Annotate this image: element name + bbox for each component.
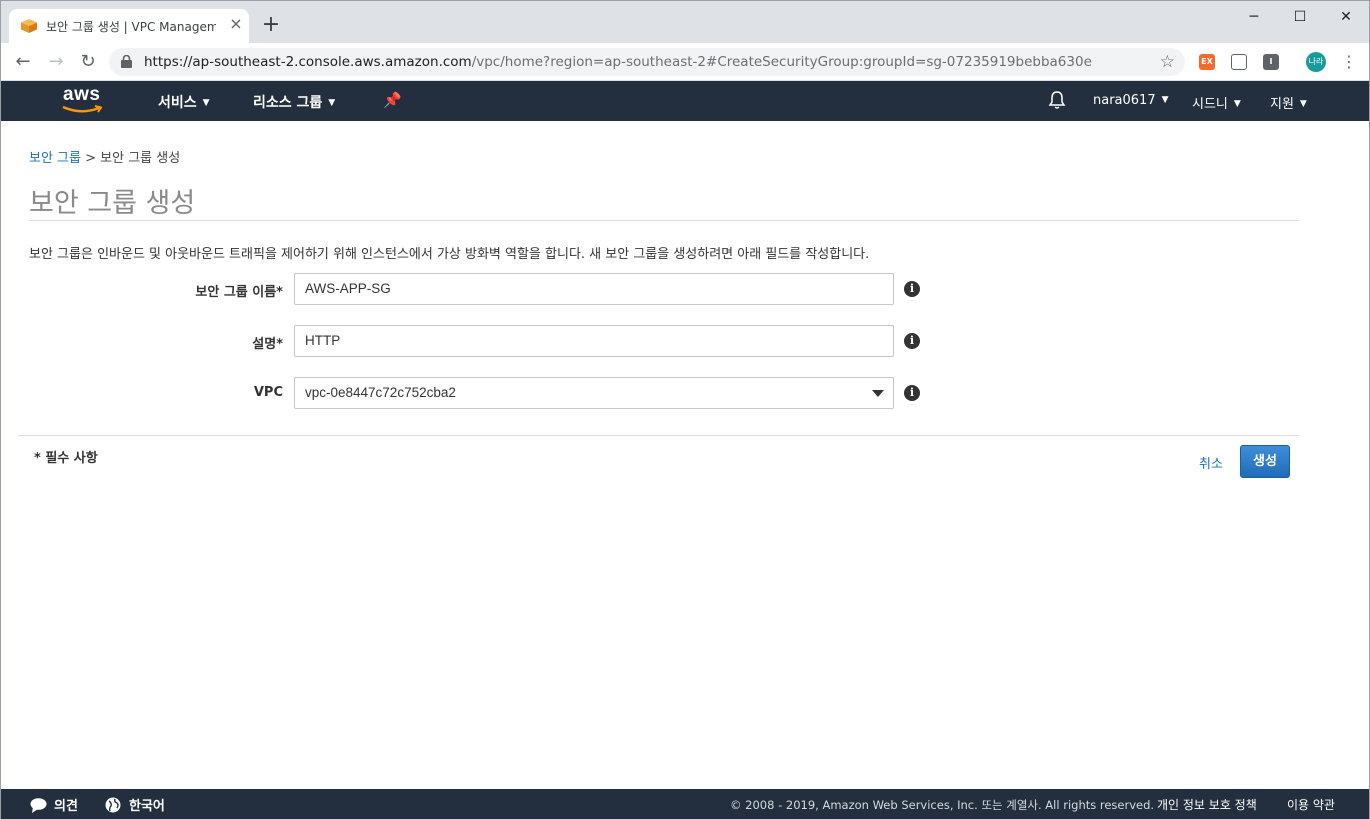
- services-menu[interactable]: 서비스 ▼: [158, 92, 210, 112]
- browser-toolbar: ← → ↻ https://ap-southeast-2.console.aws…: [1, 43, 1369, 81]
- support-menu[interactable]: 지원 ▼: [1270, 93, 1307, 112]
- browser-tab[interactable]: 보안 그룹 생성 | VPC Managem ×: [9, 9, 249, 43]
- security-group-name-value: AWS-APP-SG: [305, 281, 391, 296]
- browser-menu-icon[interactable]: ⋮: [1341, 52, 1357, 71]
- account-menu[interactable]: nara0617 ▼: [1093, 93, 1169, 108]
- form-divider: [18, 435, 1299, 436]
- vpc-label: VPC: [253, 385, 283, 400]
- support-label: 지원: [1270, 97, 1294, 112]
- minimize-icon[interactable]: ─: [1231, 3, 1277, 31]
- resource-groups-menu[interactable]: 리소스 그룹 ▼: [253, 92, 335, 112]
- chevron-down-icon: ▼: [202, 98, 210, 108]
- breadcrumb-current: 보안 그룹 생성: [100, 151, 181, 166]
- page-description: 보안 그룹은 인바운드 및 아웃바운드 트래픽을 제어하기 위해 인스턴스에서 …: [29, 247, 870, 262]
- language-label: 한국어: [129, 799, 165, 814]
- tab-strip: 보안 그룹 생성 | VPC Managem × + ─ ☐ ✕: [1, 1, 1369, 43]
- url-host: https://ap-southeast-2.console.aws.amazo…: [144, 54, 472, 70]
- globe-icon: [105, 797, 121, 813]
- page-title: 보안 그룹 생성: [29, 188, 196, 219]
- aws-logo-text: aws: [63, 84, 101, 105]
- extension-ex-icon[interactable]: EX: [1199, 54, 1215, 70]
- breadcrumb-separator: >: [85, 151, 97, 166]
- copyright-text: © 2008 - 2019, Amazon Web Services, Inc.…: [730, 798, 1155, 812]
- title-divider: [29, 220, 1299, 221]
- info-icon[interactable]: i: [904, 333, 920, 349]
- description-input[interactable]: HTTP: [294, 325, 894, 357]
- forward-icon[interactable]: →: [45, 51, 67, 73]
- bell-icon[interactable]: [1048, 90, 1066, 110]
- breadcrumb: 보안 그룹 > 보안 그룹 생성: [29, 147, 180, 166]
- description-label: 설명*: [252, 337, 283, 352]
- url-path: /vpc/home?region=ap-southeast-2#CreateSe…: [471, 54, 1092, 70]
- close-window-icon[interactable]: ✕: [1323, 3, 1369, 31]
- feedback-button[interactable]: 의견: [30, 795, 78, 814]
- account-label: nara0617: [1093, 93, 1156, 108]
- required-note: * 필수 사항: [34, 451, 98, 466]
- lock-icon: [121, 55, 132, 68]
- aws-smile-icon: [62, 105, 103, 113]
- new-tab-icon[interactable]: +: [259, 13, 283, 37]
- feedback-label: 의견: [54, 799, 78, 814]
- url-text: https://ap-southeast-2.console.aws.amazo…: [144, 54, 1092, 70]
- aws-top-nav: aws 서비스 ▼ 리소스 그룹 ▼ 📌 nara0617 ▼ 시드니 ▼ 지원 ▼: [1, 81, 1369, 121]
- services-label: 서비스: [158, 95, 197, 111]
- extension-card-icon[interactable]: [1231, 54, 1247, 70]
- info-icon[interactable]: i: [904, 281, 920, 297]
- reload-icon[interactable]: ↻: [77, 51, 99, 73]
- description-value: HTTP: [305, 333, 341, 348]
- chevron-down-icon: ▼: [1233, 99, 1241, 109]
- privacy-policy-link[interactable]: 개인 정보 보호 정책: [1157, 796, 1257, 813]
- language-selector[interactable]: 한국어: [105, 795, 165, 814]
- terms-link[interactable]: 이용 약관: [1287, 796, 1335, 813]
- maximize-icon[interactable]: ☐: [1277, 3, 1323, 31]
- back-icon[interactable]: ←: [12, 51, 34, 73]
- pin-icon[interactable]: 📌: [383, 91, 402, 109]
- security-group-name-input[interactable]: AWS-APP-SG: [294, 273, 894, 305]
- vpc-select[interactable]: vpc-0e8447c72c752cba2: [294, 377, 894, 409]
- aws-logo[interactable]: aws: [61, 84, 105, 117]
- bookmark-star-icon[interactable]: ☆: [1160, 52, 1175, 72]
- breadcrumb-security-groups-link[interactable]: 보안 그룹: [29, 151, 81, 166]
- address-bar[interactable]: https://ap-southeast-2.console.aws.amazo…: [109, 48, 1185, 76]
- speech-bubble-icon: [30, 798, 47, 813]
- resource-groups-label: 리소스 그룹: [253, 95, 323, 111]
- region-label: 시드니: [1192, 97, 1228, 112]
- aws-footer: 의견 한국어 © 2008 - 2019, Amazon Web Service…: [1, 789, 1369, 819]
- chevron-down-icon: ▼: [1299, 99, 1307, 109]
- extension-i-icon[interactable]: I: [1263, 54, 1279, 70]
- vpc-selected-value: vpc-0e8447c72c752cba2: [305, 385, 456, 400]
- chevron-down-icon: ▼: [328, 98, 336, 108]
- info-icon[interactable]: i: [904, 385, 920, 401]
- dropdown-arrow-icon: [872, 390, 884, 397]
- close-tab-icon[interactable]: ×: [227, 15, 245, 33]
- cancel-button[interactable]: 취소: [1199, 453, 1223, 472]
- profile-avatar[interactable]: 나라: [1306, 52, 1326, 72]
- tab-title: 보안 그룹 생성 | VPC Managem: [46, 20, 216, 34]
- browser-window: 보안 그룹 생성 | VPC Managem × + ─ ☐ ✕ ← → ↻ h…: [0, 0, 1370, 819]
- create-button[interactable]: 생성: [1240, 445, 1290, 478]
- security-group-name-label: 보안 그룹 이름*: [195, 285, 283, 300]
- aws-cube-icon: [21, 19, 37, 33]
- region-menu[interactable]: 시드니 ▼: [1192, 93, 1241, 112]
- chevron-down-icon: ▼: [1161, 95, 1169, 105]
